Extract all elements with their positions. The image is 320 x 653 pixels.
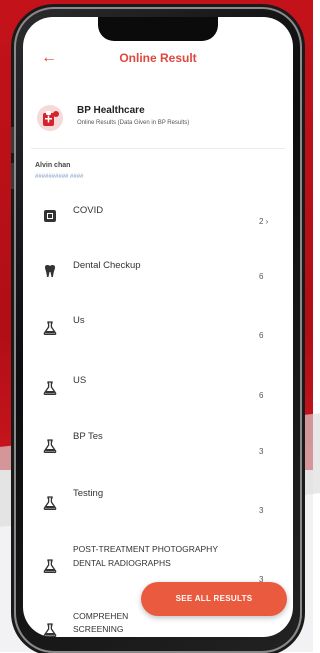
result-title: Us <box>73 315 85 326</box>
provider-subtitle: Online Results (Data Given in BP Results… <box>77 120 190 126</box>
app-bar: ← Online Result <box>23 45 293 75</box>
volume-up-button <box>11 127 14 153</box>
volume-down-button <box>11 163 14 189</box>
result-title: US <box>73 375 87 386</box>
result-title: COMPREHEN <box>73 611 129 621</box>
result-count: 6 <box>259 391 264 400</box>
flask-icon <box>43 439 57 453</box>
flask-icon <box>43 559 57 573</box>
app-screen: ← Online Result BP Healthcare Online Res… <box>23 17 293 637</box>
see-all-results-button[interactable]: SEE ALL RESULTS <box>141 582 287 616</box>
patient-id: ########## #### <box>35 174 84 180</box>
bp-healthcare-logo-icon <box>37 105 63 131</box>
divider <box>31 148 285 149</box>
result-count: 6 <box>259 272 264 281</box>
list-item[interactable]: Us 6 <box>23 305 293 360</box>
lab-report-icon <box>44 210 56 222</box>
notch <box>98 17 218 41</box>
list-item[interactable]: Dental Checkup 6 <box>23 250 293 300</box>
page-title: Online Result <box>119 51 197 65</box>
result-title: Dental Checkup <box>73 260 141 271</box>
result-title-line2: SCREENING <box>73 624 124 634</box>
result-title: POST-TREATMENT PHOTOGRAPHY <box>73 544 218 554</box>
flask-icon <box>43 381 57 395</box>
phone-frame: ← Online Result BP Healthcare Online Res… <box>11 7 302 653</box>
list-item[interactable]: US 6 <box>23 365 293 420</box>
result-title: COVID <box>73 205 104 216</box>
result-count: 2 › <box>259 217 269 226</box>
result-count: 3 <box>259 506 264 515</box>
result-title-line2: DENTAL RADIOGRAPHS <box>73 558 171 568</box>
provider-header: BP Healthcare Online Results (Data Given… <box>35 101 285 141</box>
flask-icon <box>43 321 57 335</box>
tooth-icon <box>45 264 55 277</box>
list-item[interactable]: Testing 3 <box>23 480 293 535</box>
result-count: 6 <box>259 331 264 340</box>
flask-icon <box>43 623 57 637</box>
list-item[interactable]: COVID 2 › <box>23 195 293 245</box>
list-item[interactable]: BP Tes 3 <box>23 423 293 478</box>
patient-name: Alvin chan <box>35 162 71 169</box>
provider-name: BP Healthcare <box>77 105 145 116</box>
flask-icon <box>43 496 57 510</box>
result-title: BP Tes <box>73 431 103 442</box>
result-count: 3 <box>259 447 264 456</box>
result-title: Testing <box>73 488 104 499</box>
